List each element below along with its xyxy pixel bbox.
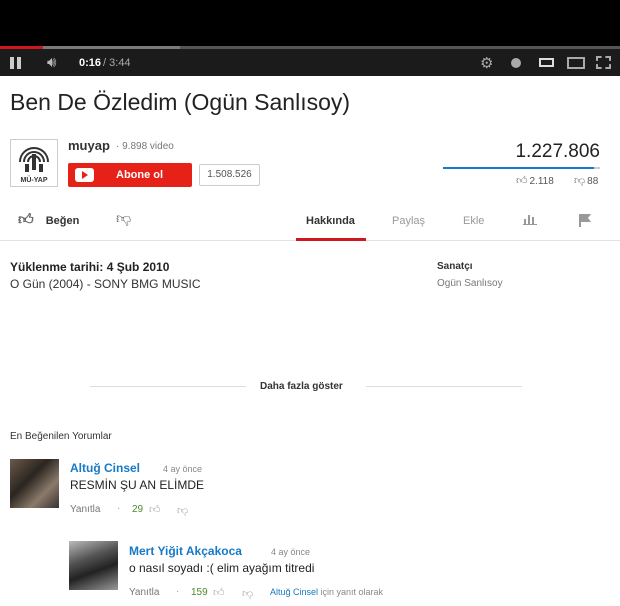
subscribe-label: Abone ol xyxy=(116,169,164,181)
dislike-count: 88 xyxy=(587,176,599,187)
duration: / 3:44 xyxy=(103,56,131,69)
like-count: 2.118 xyxy=(529,176,554,187)
flag-icon[interactable] xyxy=(578,213,592,230)
dislike-count-group[interactable]: 👎︎ 88 xyxy=(574,174,598,187)
divider xyxy=(366,386,522,387)
thumbs-up-icon[interactable]: 👍︎ xyxy=(149,503,161,516)
in-reply-to-author[interactable]: Altuğ Cinsel xyxy=(270,587,318,597)
logo-text: MÜ-YAP xyxy=(21,175,48,184)
thumbs-down-icon: 👎︎ xyxy=(116,210,132,227)
show-more-button[interactable]: Daha fazla göster xyxy=(260,381,343,392)
channel-logo[interactable]: MÜ-YAP xyxy=(10,139,58,187)
avatar[interactable] xyxy=(69,541,118,590)
comment-author[interactable]: Altuğ Cinsel xyxy=(70,461,140,475)
action-bar: 👍︎ Beğen 👎︎ Hakkında Paylaş Ekle xyxy=(0,205,620,241)
active-tab-indicator xyxy=(296,238,366,241)
thumbs-up-icon: 👍︎ xyxy=(18,211,34,228)
thumbs-up-icon: 👍︎ xyxy=(516,175,528,187)
in-reply-to-suffix: için yanıt olarak xyxy=(318,587,384,597)
time-display: 0:16 / 3:44 xyxy=(79,49,131,76)
video-frame[interactable] xyxy=(0,0,620,46)
in-reply-to-link[interactable]: Altuğ Cinsel için yanıt olarak xyxy=(270,587,383,597)
volume-icon[interactable]: 🔊︎ xyxy=(47,49,69,76)
subscribe-button[interactable]: Abone ol xyxy=(68,163,192,187)
divider xyxy=(90,386,246,387)
comment-like-count: 159 xyxy=(191,587,208,598)
upload-date: Yüklenme tarihi: 4 Şub 2010 xyxy=(10,260,170,274)
player-controls: 🔊︎ 0:16 / 3:44 ⚙︎ xyxy=(0,49,620,76)
like-count-group[interactable]: 👍︎ 2.118 xyxy=(516,174,554,187)
comment-text: o nasıl soyadı :( elim ayağım titredi xyxy=(129,561,315,575)
watch-later-icon[interactable] xyxy=(511,49,523,76)
like-label: Beğen xyxy=(45,215,80,227)
tab-share[interactable]: Paylaş xyxy=(392,215,425,227)
artist-label: Sanatçı xyxy=(437,261,473,272)
separator-dot: · xyxy=(176,586,180,597)
avatar[interactable] xyxy=(10,459,59,508)
pause-icon[interactable] xyxy=(10,49,24,76)
stats-icon[interactable] xyxy=(523,213,537,228)
tab-add[interactable]: Ekle xyxy=(463,215,484,227)
subscriber-count: 1.508.526 xyxy=(199,164,260,186)
current-time: 0:16 xyxy=(79,56,102,69)
separator-dot: · xyxy=(117,503,121,514)
video-count: · 9.898 video xyxy=(116,141,174,152)
thumbs-down-icon[interactable]: 👎︎ xyxy=(242,587,253,600)
comment-text: RESMİN ŞU AN ELİMDE xyxy=(70,478,205,492)
view-count: 1.227.806 xyxy=(515,141,600,162)
comment-time[interactable]: 4 ay önce xyxy=(271,547,310,557)
tab-about[interactable]: Hakkında xyxy=(306,215,355,227)
gear-icon[interactable]: ⚙︎ xyxy=(480,49,496,76)
like-ratio-bar xyxy=(443,167,600,169)
youtube-play-icon xyxy=(75,168,94,182)
channel-name[interactable]: muyap xyxy=(68,138,110,153)
like-button[interactable]: 👍︎ Beğen xyxy=(18,211,79,229)
comments-heading: En Beğenilen Yorumlar xyxy=(10,431,112,442)
thumbs-down-icon: 👎︎ xyxy=(574,175,586,187)
comment-time[interactable]: 4 ay önce xyxy=(163,464,202,474)
small-player-icon[interactable] xyxy=(539,49,554,76)
large-player-icon[interactable] xyxy=(567,49,585,76)
dislike-button[interactable]: 👎︎ xyxy=(116,210,131,228)
thumbs-up-icon[interactable]: 👍︎ xyxy=(213,586,225,599)
description-text: O Gün (2004) - SONY BMG MUSIC xyxy=(10,277,201,291)
reply-button[interactable]: Yanıtla xyxy=(129,587,159,598)
reply-button[interactable]: Yanıtla xyxy=(70,504,100,515)
comment-author[interactable]: Mert Yiğit Akçakoca xyxy=(129,544,242,558)
video-title: Ben De Özledim (Ogün Sanlısoy) xyxy=(10,89,351,115)
artist-value: Ogün Sanlısoy xyxy=(437,278,503,289)
fullscreen-icon[interactable] xyxy=(596,49,611,76)
comment-like-count: 29 xyxy=(132,504,144,515)
thumbs-down-icon[interactable]: 👎︎ xyxy=(177,504,188,517)
